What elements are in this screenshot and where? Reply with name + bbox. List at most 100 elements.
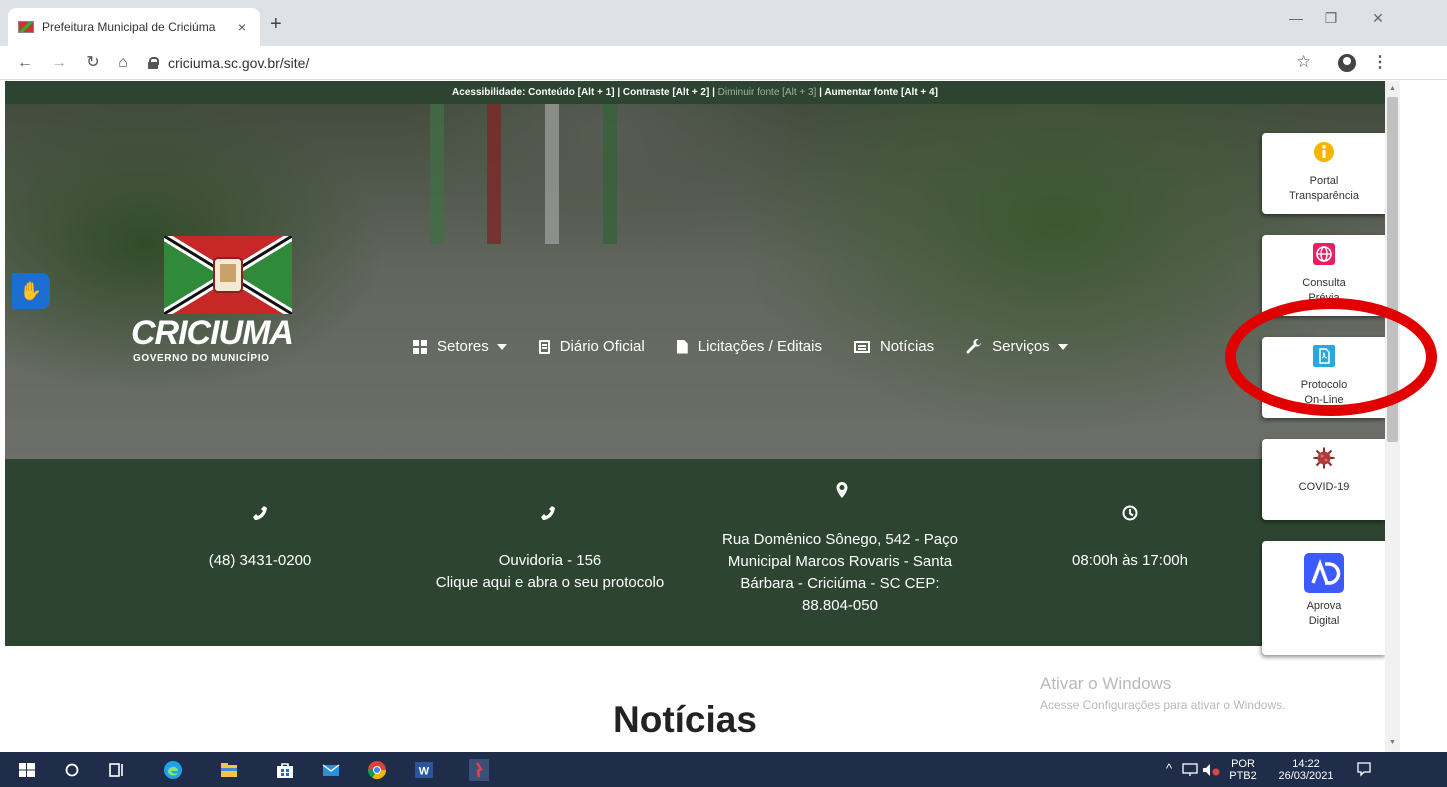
increase-font-link[interactable]: | Aumentar fonte [Alt + 4]	[816, 87, 938, 98]
nav-licitacoes-label: Licitações / Editais	[697, 338, 822, 355]
input-language-indicator[interactable]: POR PTB2	[1228, 758, 1258, 782]
info-icon	[1314, 142, 1334, 162]
side-button-covid[interactable]: COVID-19	[1262, 439, 1386, 520]
chevron-down-icon	[1057, 343, 1068, 350]
minimize-button[interactable]: —	[1286, 10, 1306, 26]
forward-button[interactable]: →	[48, 52, 70, 74]
scrollbar-thumb[interactable]	[1387, 97, 1398, 442]
side-label: COVID-19	[1298, 481, 1350, 493]
side-button-protocolo[interactable]: Protocolo On-Line	[1262, 337, 1386, 418]
favicon-icon	[18, 21, 34, 33]
windows-start-icon[interactable]	[16, 759, 38, 781]
maximize-button[interactable]: ❐	[1321, 10, 1341, 27]
clock-date: 26/03/2021	[1278, 770, 1334, 782]
back-button[interactable]: ←	[14, 52, 36, 74]
word-icon[interactable]: W	[413, 759, 435, 781]
nav-diario-oficial[interactable]: Diário Oficial	[538, 338, 645, 355]
account-icon[interactable]	[1338, 54, 1356, 72]
page-viewport: Acessibilidade: Conteúdo [Alt + 1] | Con…	[0, 81, 1447, 752]
browser-tab[interactable]: Prefeitura Municipal de Criciúma ×	[8, 8, 260, 46]
nav-noticias[interactable]: Notícias	[853, 338, 935, 355]
scroll-down-icon[interactable]: ▼	[1389, 739, 1396, 746]
side-button-aprova-digital[interactable]: Aprova Digital	[1262, 541, 1386, 655]
side-button-transparencia[interactable]: Portal Transparência	[1262, 133, 1386, 214]
nav-setores-label: Setores	[437, 338, 489, 355]
clock-time: 14:22	[1292, 758, 1320, 770]
vertical-scrollbar[interactable]: ▲ ▼	[1385, 81, 1400, 752]
phone-icon	[253, 506, 267, 520]
decrease-font-link[interactable]: Diminuir fonte [Alt + 3]	[715, 87, 817, 98]
nav-servicos-label: Serviços	[992, 338, 1050, 355]
scroll-up-icon[interactable]: ▲	[1389, 85, 1396, 92]
address-line: Municipal Marcos Rovaris - Santa	[727, 553, 953, 570]
opening-hours: 08:00h às 17:00h	[1072, 552, 1188, 569]
chevron-down-icon	[496, 343, 507, 350]
new-tab-button[interactable]: +	[270, 14, 282, 34]
browser-tab-bar: Prefeitura Municipal de Criciúma × + — ❐…	[0, 0, 1447, 46]
keyboard-layout: PTB2	[1229, 770, 1257, 782]
nav-setores[interactable]: Setores	[413, 338, 507, 355]
chrome-icon[interactable]	[366, 759, 388, 781]
tray-chevron-up-icon[interactable]: ^	[1166, 762, 1172, 775]
side-label: Transparência	[1289, 190, 1359, 202]
snipping-tool-icon[interactable]	[468, 759, 490, 781]
watermark-line: Acesse Configurações para ativar o Windo…	[1040, 698, 1286, 712]
lock-icon	[148, 57, 159, 69]
ouvidoria-title: Ouvidoria - 156	[498, 552, 602, 569]
side-label: Consulta	[1302, 277, 1346, 289]
menu-kebab-icon[interactable]: ⋮	[1372, 52, 1388, 72]
edge-browser-icon[interactable]	[162, 759, 184, 781]
nav-licitacoes[interactable]: Licitações / Editais	[676, 338, 822, 355]
map-marker-icon	[836, 482, 848, 498]
criciuma-flag-icon	[164, 236, 292, 314]
volume-muted-icon[interactable]	[1202, 763, 1220, 777]
section-title: Notícias	[613, 699, 757, 740]
network-icon[interactable]	[1182, 763, 1198, 777]
news-icon	[853, 340, 870, 353]
site-logo[interactable]: CRICIUMA GOVERNO DO MUNICÍPIO	[127, 209, 307, 364]
side-label: Portal	[1309, 175, 1339, 187]
newspaper-icon	[538, 339, 550, 354]
contact-band: (48) 3431-0200 Ouvidoria - 156 Clique aq…	[5, 459, 1385, 646]
windows-taskbar: W ^ POR PTB2 14:22 26/03/2021	[0, 752, 1447, 787]
virus-icon	[1313, 447, 1335, 469]
language-code: POR	[1231, 758, 1255, 770]
search-icon[interactable]	[61, 759, 83, 781]
side-label: Aprova	[1306, 600, 1342, 612]
task-view-icon[interactable]	[106, 759, 128, 781]
file-icon	[676, 339, 688, 354]
home-button[interactable]: ⌂	[112, 52, 134, 74]
close-window-button[interactable]: ✕	[1368, 10, 1388, 27]
aprova-digital-logo-icon	[1304, 553, 1344, 593]
main-navigation: Setores Diário Oficial Licitações / Edit…	[413, 338, 1100, 355]
ouvidoria-subtitle: Clique aqui e abra o seu protocolo	[435, 574, 665, 591]
side-label: Prévia	[1308, 292, 1340, 304]
hero-banner: CRICIUMA GOVERNO DO MUNICÍPIO Setores Di…	[5, 104, 1385, 459]
reload-button[interactable]: ↻	[82, 52, 104, 74]
ouvidoria-link[interactable]: Ouvidoria - 156 Clique aqui e abra o seu…	[400, 550, 700, 594]
address-line: 88.804-050	[802, 597, 878, 614]
store-icon[interactable]	[274, 759, 296, 781]
notifications-icon[interactable]	[1356, 761, 1372, 777]
phone-number[interactable]: (48) 3431-0200	[160, 550, 360, 572]
nav-diario-label: Diário Oficial	[559, 338, 645, 355]
bookmark-star-icon[interactable]: ☆	[1296, 52, 1311, 72]
file-explorer-icon[interactable]	[218, 759, 240, 781]
mail-icon[interactable]	[320, 759, 342, 781]
address-bar[interactable]: criciuma.sc.gov.br/site/	[148, 51, 1278, 75]
clock-icon	[1122, 505, 1138, 521]
globe-icon	[1313, 243, 1335, 265]
nav-servicos[interactable]: Serviços	[966, 338, 1068, 355]
system-clock[interactable]: 14:22 26/03/2021	[1276, 758, 1336, 782]
svg-text:W: W	[419, 766, 430, 778]
tab-close-icon[interactable]: ×	[234, 19, 250, 35]
accessibility-links[interactable]: Acessibilidade: Conteúdo [Alt + 1] | Con…	[452, 87, 715, 98]
side-button-consulta-previa[interactable]: Consulta Prévia	[1262, 235, 1386, 316]
accessibility-bar: Acessibilidade: Conteúdo [Alt + 1] | Con…	[5, 81, 1385, 104]
nav-noticias-label: Notícias	[879, 338, 935, 355]
watermark-line: Ativar o Windows	[1040, 674, 1172, 693]
phone-icon	[541, 506, 555, 520]
windows-activation-watermark: Ativar o Windows Acesse Configurações pa…	[1040, 674, 1285, 712]
sign-language-widget-icon[interactable]: ✋	[12, 273, 50, 309]
address-block: Rua Domênico Sônego, 542 - Paço Municipa…	[690, 529, 990, 617]
